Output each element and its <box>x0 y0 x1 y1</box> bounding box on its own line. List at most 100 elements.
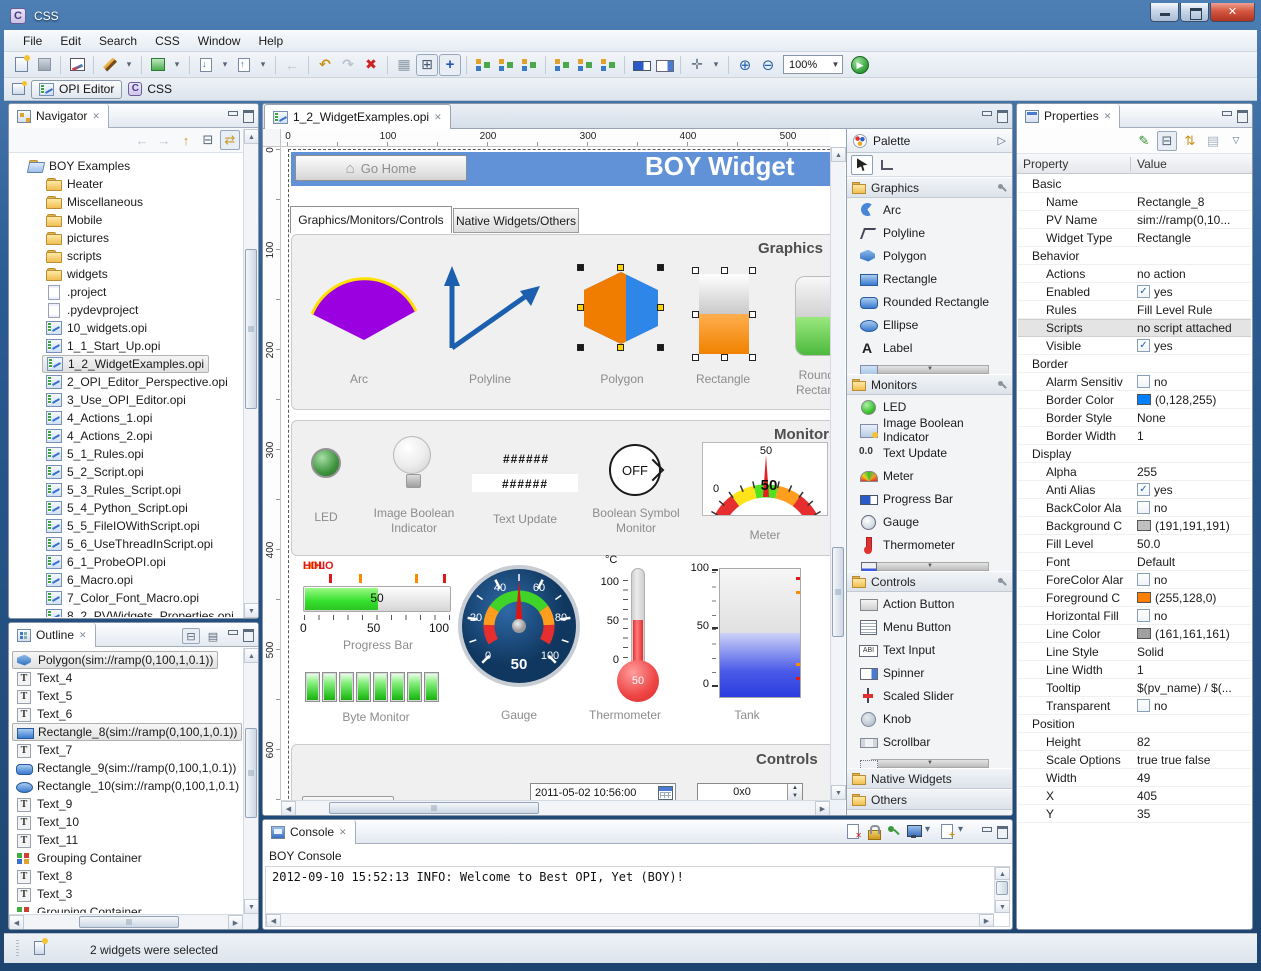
collapse-palette-icon[interactable] <box>998 134 1006 147</box>
tree-item[interactable]: pictures <box>42 229 113 247</box>
navigator-scrollbar[interactable] <box>243 129 258 618</box>
tree-item[interactable]: 5_4_Python_Script.opi <box>42 499 192 517</box>
maximize-view-icon[interactable] <box>242 109 254 121</box>
tree-mode-button[interactable]: ⊟ <box>182 628 200 644</box>
byte-monitor-widget[interactable] <box>305 672 439 702</box>
tree-item[interactable]: 1_2_WidgetExamples.opi <box>42 355 209 373</box>
calendar-icon[interactable] <box>658 786 673 800</box>
property-value[interactable]: no <box>1132 699 1251 713</box>
property-row[interactable]: Visible ✓ yes <box>1018 337 1251 355</box>
scroll-thumb[interactable] <box>79 916 179 928</box>
minimize-view-icon[interactable] <box>226 109 238 121</box>
gauge-widget[interactable]: 0 20 40 60 80 100 50 <box>457 564 581 688</box>
outline-item[interactable]: Text_6 <box>12 705 76 723</box>
scroll-thumb[interactable] <box>329 802 539 814</box>
palette-item[interactable]: Text Input <box>847 638 1012 661</box>
outline-item[interactable]: Text_9 <box>12 795 76 813</box>
scroll-left-icon[interactable] <box>266 914 281 927</box>
drawer-scroll-indicator[interactable] <box>871 562 989 571</box>
display-console-button[interactable] <box>905 823 922 840</box>
run-button[interactable] <box>851 56 869 74</box>
drawer-scroll-indicator[interactable] <box>871 759 989 768</box>
outline-item[interactable]: Rectangle_9(sim://ramp(0,100,1,0.1)) <box>12 759 240 777</box>
up-nav-button[interactable]: ↑ <box>176 130 196 150</box>
drawer-controls[interactable]: Controls <box>847 571 1012 592</box>
color-swatch[interactable] <box>1137 520 1151 531</box>
property-row[interactable]: Rules Fill Level Rule <box>1018 301 1251 319</box>
palette-header[interactable]: Palette <box>847 129 1012 153</box>
import-button[interactable] <box>195 54 217 76</box>
outline-hscrollbar[interactable] <box>9 914 243 929</box>
scroll-thumb[interactable] <box>996 881 1008 895</box>
property-row[interactable]: Name Rectangle_8 <box>1018 193 1251 211</box>
property-row[interactable]: Border Color (0,128,255) <box>1018 391 1251 409</box>
open-console-button[interactable] <box>938 823 955 840</box>
property-value[interactable]: Solid <box>1132 645 1251 659</box>
scroll-thumb[interactable] <box>245 249 257 409</box>
minimize-view-icon[interactable] <box>980 109 992 121</box>
palette-item[interactable]: Knob <box>847 707 1012 730</box>
undo-button[interactable] <box>314 54 336 76</box>
fast-view-icon[interactable] <box>34 941 45 955</box>
checkbox[interactable] <box>1137 501 1150 514</box>
menu-item[interactable]: Search <box>90 31 146 51</box>
back-nav-button[interactable]: ← <box>132 130 152 150</box>
outline-item[interactable]: Text_10 <box>12 813 83 831</box>
menu-item[interactable]: Help <box>249 31 292 51</box>
selection-handle[interactable] <box>692 354 699 361</box>
tree-item[interactable]: widgets <box>42 265 112 283</box>
outline-item[interactable]: Polygon(sim://ramp(0,100,1,0.1)) <box>12 651 218 669</box>
rectangle-widget[interactable] <box>693 268 755 360</box>
perspective-opi-editor[interactable]: OPI Editor <box>31 80 122 99</box>
outline-item[interactable]: Rectangle_10(sim://ramp(0,100,1,0.1) <box>12 777 242 795</box>
property-value[interactable]: ✓ yes <box>1132 339 1251 353</box>
align-left-button[interactable] <box>472 54 494 76</box>
property-value[interactable]: None <box>1132 411 1251 425</box>
palette-item[interactable]: Polygon <box>847 244 1012 267</box>
view-menu-icon[interactable]: ▽ <box>1226 131 1246 151</box>
outline-item[interactable]: Text_11 <box>12 831 82 849</box>
select-tool[interactable] <box>851 155 873 175</box>
property-value[interactable]: no action <box>1132 267 1251 281</box>
drawer-native-widgets[interactable]: Native Widgets <box>847 768 1012 789</box>
property-row[interactable]: Basic <box>1018 175 1251 193</box>
outline-item[interactable]: Text_7 <box>12 741 76 759</box>
scroll-left-icon[interactable] <box>9 915 24 930</box>
opi-canvas[interactable]: Go Home BOY Widget Graphics/Monitors/Con… <box>281 147 830 800</box>
spinner-arrows[interactable]: ▲▼ <box>787 784 802 800</box>
minimize-button[interactable] <box>1150 3 1179 22</box>
property-value[interactable]: 1 <box>1132 429 1251 443</box>
console-output[interactable]: 2012-09-10 15:52:13 INFO: Welcome to Bes… <box>265 866 1010 927</box>
selection-handle[interactable] <box>721 267 728 274</box>
scroll-down-icon[interactable] <box>831 785 846 800</box>
property-value[interactable]: (191,191,191) <box>1132 519 1251 533</box>
scroll-right-icon[interactable] <box>815 801 830 816</box>
scroll-thumb[interactable] <box>245 728 257 818</box>
tree-item[interactable]: Mobile <box>42 211 106 229</box>
close-icon[interactable] <box>79 630 87 641</box>
property-row[interactable]: Actions no action <box>1018 265 1251 283</box>
checkbox[interactable] <box>1137 573 1150 586</box>
rounded-rectangle-widget[interactable] <box>795 276 830 356</box>
property-row[interactable]: Background C (191,191,191) <box>1018 517 1251 535</box>
color-swatch[interactable] <box>1137 394 1151 405</box>
polygon-widget[interactable] <box>579 266 663 350</box>
property-row[interactable]: Alpha 255 <box>1018 463 1251 481</box>
distribute-horizontal-button[interactable] <box>551 54 573 76</box>
property-value[interactable]: (0,128,255) <box>1132 393 1251 407</box>
maximize-view-icon[interactable] <box>996 109 1008 121</box>
palette-item[interactable]: Image Boolean Indicator <box>847 418 1012 441</box>
property-row[interactable]: X 405 <box>1018 787 1251 805</box>
meter-widget[interactable]: 50 0 50 <box>702 442 828 516</box>
checkbox[interactable] <box>1137 375 1150 388</box>
save-button[interactable] <box>33 54 55 76</box>
palette-item[interactable]: Scrollbar <box>847 730 1012 753</box>
canvas-hscrollbar[interactable] <box>281 800 830 815</box>
selection-handle[interactable] <box>692 267 699 274</box>
tree-item[interactable]: 5_1_Rules.opi <box>42 445 148 463</box>
palette-item[interactable]: Ellipse <box>847 313 1012 336</box>
close-icon[interactable] <box>92 111 100 122</box>
redo-button[interactable] <box>337 54 359 76</box>
tree-item[interactable]: 6_Macro.opi <box>42 571 137 589</box>
import-dropdown[interactable] <box>218 54 232 76</box>
